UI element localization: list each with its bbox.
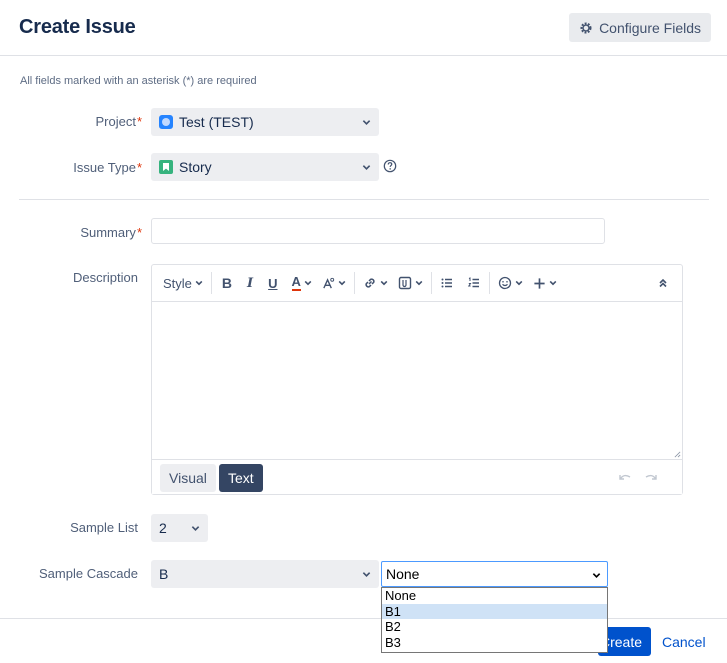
text-mode-tab[interactable]: Text — [219, 464, 263, 492]
chevron-down-icon — [338, 280, 346, 286]
toolbar-separator — [353, 272, 355, 294]
description-textarea[interactable] — [152, 302, 682, 459]
visual-mode-tab[interactable]: Visual — [160, 464, 216, 492]
numbered-list-icon — [467, 277, 479, 288]
sample-cascade-label: Sample Cascade — [39, 566, 138, 581]
link-button[interactable] — [363, 271, 388, 295]
emoji-button[interactable] — [498, 271, 523, 295]
editor-footer: Visual Text — [152, 459, 682, 494]
cancel-link[interactable]: Cancel — [662, 634, 706, 650]
gear-icon — [580, 21, 592, 34]
chevron-down-icon — [380, 280, 388, 286]
bullet-list-button[interactable] — [440, 271, 454, 295]
dialog-title: Create Issue — [19, 16, 136, 38]
bold-button[interactable]: B — [222, 271, 232, 295]
chevron-down-icon — [592, 573, 601, 578]
collapse-toolbar-button[interactable] — [658, 271, 668, 295]
description-label: Description — [72, 270, 138, 285]
required-asterisk: * — [136, 225, 142, 240]
italic-button[interactable]: I — [247, 271, 253, 295]
required-asterisk: * — [136, 114, 142, 129]
editor-toolbar: Style B I U A — [152, 265, 682, 302]
chevron-down-icon — [191, 526, 200, 531]
summary-label: Summary* — [22, 225, 142, 240]
text-color-button[interactable]: A — [291, 271, 312, 295]
redo-icon[interactable] — [644, 472, 658, 482]
chevron-down-icon — [362, 165, 371, 170]
sample-list-label: Sample List — [70, 520, 138, 535]
option-b2[interactable]: B2 — [382, 619, 607, 635]
required-note: All fields marked with an asterisk (*) a… — [20, 75, 257, 87]
resize-handle-icon[interactable] — [674, 451, 681, 458]
chevron-down-icon — [304, 280, 312, 286]
plus-icon — [534, 277, 545, 289]
text-effects-icon — [323, 277, 335, 288]
insert-more-button[interactable] — [533, 271, 557, 295]
description-editor: Style B I U A Visual Text — [151, 264, 683, 495]
sample-list-select[interactable]: 2 — [151, 514, 208, 542]
style-label: Style — [163, 275, 192, 291]
section-divider — [19, 199, 709, 200]
link-icon — [365, 278, 375, 288]
issue-type-label-text: Issue Type — [73, 160, 136, 175]
create-issue-dialog: Create Issue Configure Fields All fields… — [0, 0, 727, 663]
project-value: Test (TEST) — [179, 114, 254, 130]
text-color-label: A — [291, 274, 301, 291]
bullet-list-icon — [441, 278, 452, 288]
cascade-child-value: None — [386, 566, 420, 582]
underline-button[interactable]: U — [268, 271, 277, 295]
story-icon — [159, 160, 173, 174]
attachment-button[interactable] — [398, 271, 423, 295]
chevron-down-icon — [362, 120, 371, 125]
option-b3[interactable]: B3 — [382, 635, 607, 651]
numbered-list-button[interactable] — [467, 271, 481, 295]
toolbar-separator — [488, 272, 490, 294]
required-asterisk: * — [136, 160, 142, 175]
project-label: Project* — [22, 114, 142, 129]
attachment-icon — [398, 276, 412, 290]
collapse-icon — [659, 278, 667, 288]
project-label-text: Project — [95, 114, 136, 129]
issue-type-select[interactable]: Story — [151, 153, 379, 181]
dialog-header: Create Issue Configure Fields — [0, 0, 727, 56]
option-none[interactable]: None — [382, 588, 607, 604]
chevron-down-icon — [515, 280, 523, 286]
text-effects-button[interactable] — [322, 271, 346, 295]
project-avatar-icon — [159, 115, 173, 129]
issue-type-label: Issue Type* — [22, 160, 142, 175]
chevron-down-icon — [362, 572, 371, 577]
project-select[interactable]: Test (TEST) — [151, 108, 379, 136]
configure-fields-button[interactable]: Configure Fields — [569, 13, 711, 42]
emoji-icon — [498, 276, 512, 290]
sample-list-value: 2 — [159, 520, 167, 536]
cascade-child-select[interactable]: None — [381, 561, 608, 587]
configure-fields-label: Configure Fields — [599, 19, 701, 36]
style-dropdown[interactable]: Style — [163, 271, 203, 295]
undo-icon[interactable] — [618, 472, 632, 482]
summary-input[interactable] — [151, 218, 605, 244]
cascade-child-options: None B1 B2 B3 — [381, 587, 608, 653]
help-icon[interactable] — [383, 159, 397, 173]
toolbar-separator — [210, 272, 212, 294]
summary-label-text: Summary — [80, 225, 136, 240]
cascade-parent-value: B — [159, 566, 169, 582]
issue-type-value: Story — [179, 159, 212, 175]
cascade-parent-select[interactable]: B — [151, 560, 379, 588]
option-b1[interactable]: B1 — [382, 603, 607, 619]
chevron-down-icon — [549, 280, 557, 286]
toolbar-separator — [430, 272, 432, 294]
chevron-down-icon — [195, 280, 203, 286]
chevron-down-icon — [415, 280, 423, 286]
